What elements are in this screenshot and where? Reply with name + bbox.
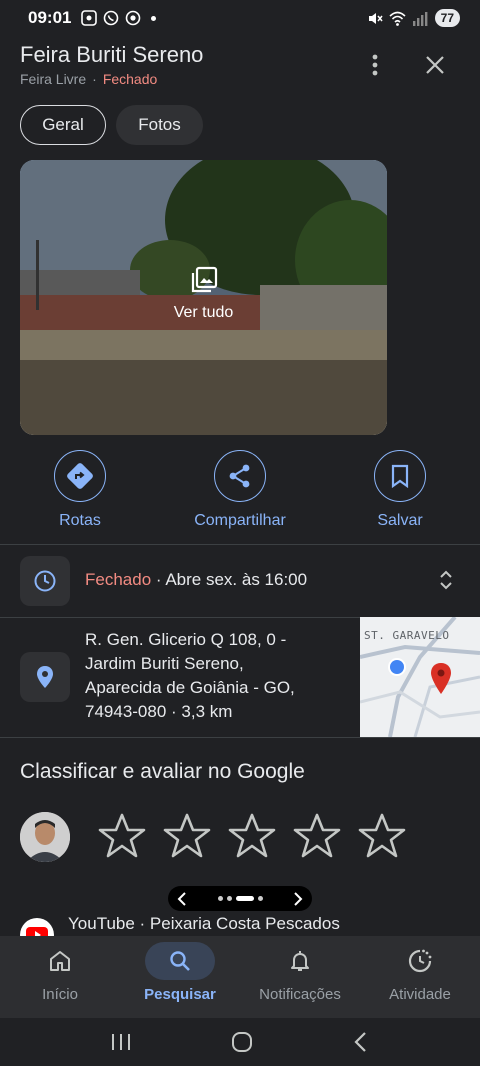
nav-label: Atividade [389,986,451,1003]
chevron-left-icon[interactable] [176,891,188,906]
address-line-1: R. Gen. Glicerio Q 108, 0 - [85,630,287,649]
carousel-dot [226,896,232,901]
bottom-navigation: Início Pesquisar Notificações Atividade [0,936,480,1018]
more-notifications-dot [151,15,157,21]
screenshot-icon [81,10,98,26]
star-4-icon[interactable] [292,811,342,861]
nav-icon-container [385,942,455,980]
expand-icon[interactable] [436,568,456,592]
close-button[interactable] [420,50,450,80]
save-circle [374,450,426,502]
mute-icon [368,12,383,24]
nav-icon-container [265,942,335,980]
bookmark-icon [391,464,409,488]
directions-button[interactable]: Rotas [10,450,150,530]
carousel-dot [257,896,263,901]
address-icon-box [20,652,70,702]
whatsapp-icon [104,10,119,26]
star-3-icon[interactable] [227,811,277,861]
share-button[interactable]: Compartilhar [170,450,310,530]
more-options-button[interactable] [362,50,388,80]
more-vert-icon [372,54,378,76]
map-district-label: ST. GARAVELO [364,629,450,642]
chrome-icon [126,10,141,26]
signal-icon [412,11,428,26]
directions-circle [54,450,106,502]
view-all-button[interactable]: Ver tudo [20,266,387,322]
place-category: Feira Livre [20,71,87,87]
nav-label: Início [42,986,78,1003]
place-photo[interactable]: Ver tudo [20,160,387,435]
nav-item-inicio[interactable]: Início [0,936,120,1018]
system-navigation-bar [0,1018,480,1066]
photo-library-icon [191,266,217,293]
address-line-2: Jardim Buriti Sereno, [85,654,244,673]
nav-item-atividade[interactable]: Atividade [360,936,480,1018]
place-title: Feira Buriti Sereno [20,42,204,67]
tab-geral[interactable]: Geral [20,105,106,145]
star-1-icon[interactable] [97,811,147,861]
wifi-icon [389,11,406,26]
recent-apps-icon[interactable] [109,1032,133,1052]
address-line-4: 74943-080 · 3,3 km [85,702,233,721]
share-icon [229,464,250,488]
clock-icon [34,570,56,592]
hours-row[interactable]: Fechado · Abre sex. às 16:00 [85,570,307,590]
carousel-dots [217,896,263,901]
save-label: Salvar [377,512,423,529]
carousel-dot [217,896,223,901]
system-icons: 77 [366,9,460,27]
star-5-icon[interactable] [357,811,407,861]
share-circle [214,450,266,502]
view-all-label: Ver tudo [173,304,234,321]
rate-title: Classificar e avaliar no Google [20,760,305,783]
hours-icon-box [20,556,70,606]
tab-fotos[interactable]: Fotos [116,105,203,145]
map-thumbnail[interactable]: ST. GARAVELO [360,617,480,737]
close-icon [426,56,444,74]
hours-status: Fechado [85,570,152,589]
nav-item-notificacoes[interactable]: Notificações [240,936,360,1018]
chevron-right-icon[interactable] [292,891,304,906]
home-icon [50,951,70,971]
nav-icon-container [25,942,95,980]
nav-icon-container [145,942,215,980]
status-time: 09:01 [28,8,72,27]
nav-label: Notificações [259,986,341,1003]
status-bar: 09:01 77 [0,0,480,36]
carousel-item-text: YouTube · Peixaria Costa Pescados [68,914,340,933]
separator: · [92,71,97,87]
avatar [20,812,70,862]
activity-icon [408,949,432,973]
directions-label: Rotas [59,512,101,529]
carousel-controls [168,886,312,911]
user-photo [20,812,70,862]
notification-icons [81,10,157,26]
star-2-icon[interactable] [162,811,212,861]
location-pin-icon [37,666,53,688]
battery-indicator: 77 [434,9,460,27]
nav-item-pesquisar[interactable]: Pesquisar [120,936,240,1018]
place-status: Fechado [102,71,158,87]
hours-detail: · Abre sex. às 16:00 [151,570,308,589]
home-button-icon[interactable] [230,1030,254,1054]
divider [0,544,480,545]
address-line-3: Aparecida de Goiânia - GO, [85,678,295,697]
divider [0,737,480,738]
back-icon[interactable] [351,1030,371,1054]
share-label: Compartilhar [194,512,286,529]
search-icon [170,951,190,971]
place-subtitle: Feira Livre · Fechado [20,71,157,87]
address-text[interactable]: R. Gen. Glicerio Q 108, 0 - Jardim Burit… [85,628,350,724]
save-button[interactable]: Salvar [330,450,470,530]
directions-icon [67,463,93,489]
nav-label: Pesquisar [144,986,216,1003]
carousel-dot-active [235,896,254,901]
bell-icon [291,951,309,971]
